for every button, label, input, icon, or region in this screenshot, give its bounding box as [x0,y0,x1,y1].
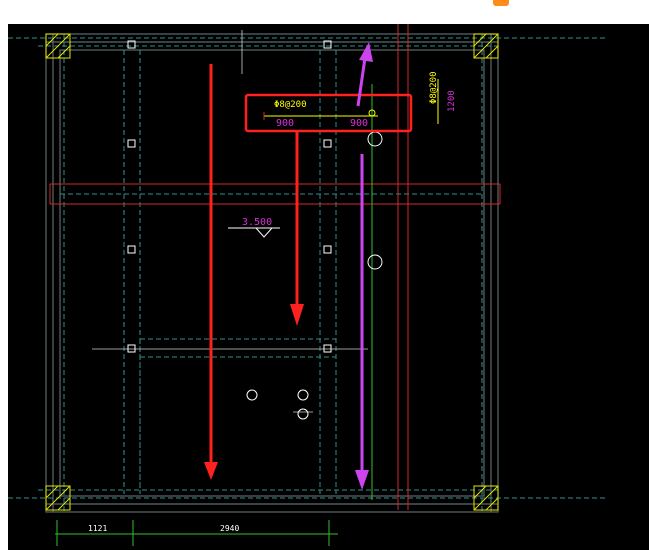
column-hatch-icon [45,33,499,511]
frame-lines [45,33,499,513]
post-b2 [323,139,332,148]
arrow-magenta-down-head [355,470,369,490]
post-a3 [127,245,136,254]
dim-right-label: 900 [350,118,368,129]
cad-canvas[interactable]: 3.500 Φ8@200 900 900 Φ8@200 1200 1121 29… [8,24,649,550]
outer-frame [45,33,499,513]
hole-2 [367,254,383,270]
length-label-right: 1200 [447,90,457,112]
rebar-label-left: Φ8@200 [274,100,307,110]
post-a2 [127,139,136,148]
post-b3 [323,245,332,254]
rebar-label-right: Φ8@200 [429,71,439,104]
arrow-magenta-up-shaft [356,57,367,107]
app-badge-icon [493,0,509,6]
guide-lines [92,30,368,413]
bottom-dim-2: 2940 [220,524,239,533]
elevation-label: 3.500 [242,217,272,228]
green-lines [55,84,373,546]
post-a4 [127,344,136,353]
hole-1 [367,131,383,147]
hole-3 [246,389,258,401]
arrow-magenta-up-head [359,42,373,62]
bottom-dim-1: 1121 [88,524,107,533]
arrow-red-mid-head [290,304,304,326]
hole-5 [297,408,309,420]
elevation-triangle-icon [228,227,280,238]
hole-4 [297,389,309,401]
post-b4 [323,344,332,353]
arrow-red-left-head [204,462,218,480]
magenta-arrows [355,42,373,490]
dim-left-label: 900 [276,118,294,129]
dashed-beams [8,34,608,512]
highlight-box [244,93,413,133]
cad-drawing[interactable]: 3.500 Φ8@200 900 900 Φ8@200 1200 1121 29… [8,24,649,550]
